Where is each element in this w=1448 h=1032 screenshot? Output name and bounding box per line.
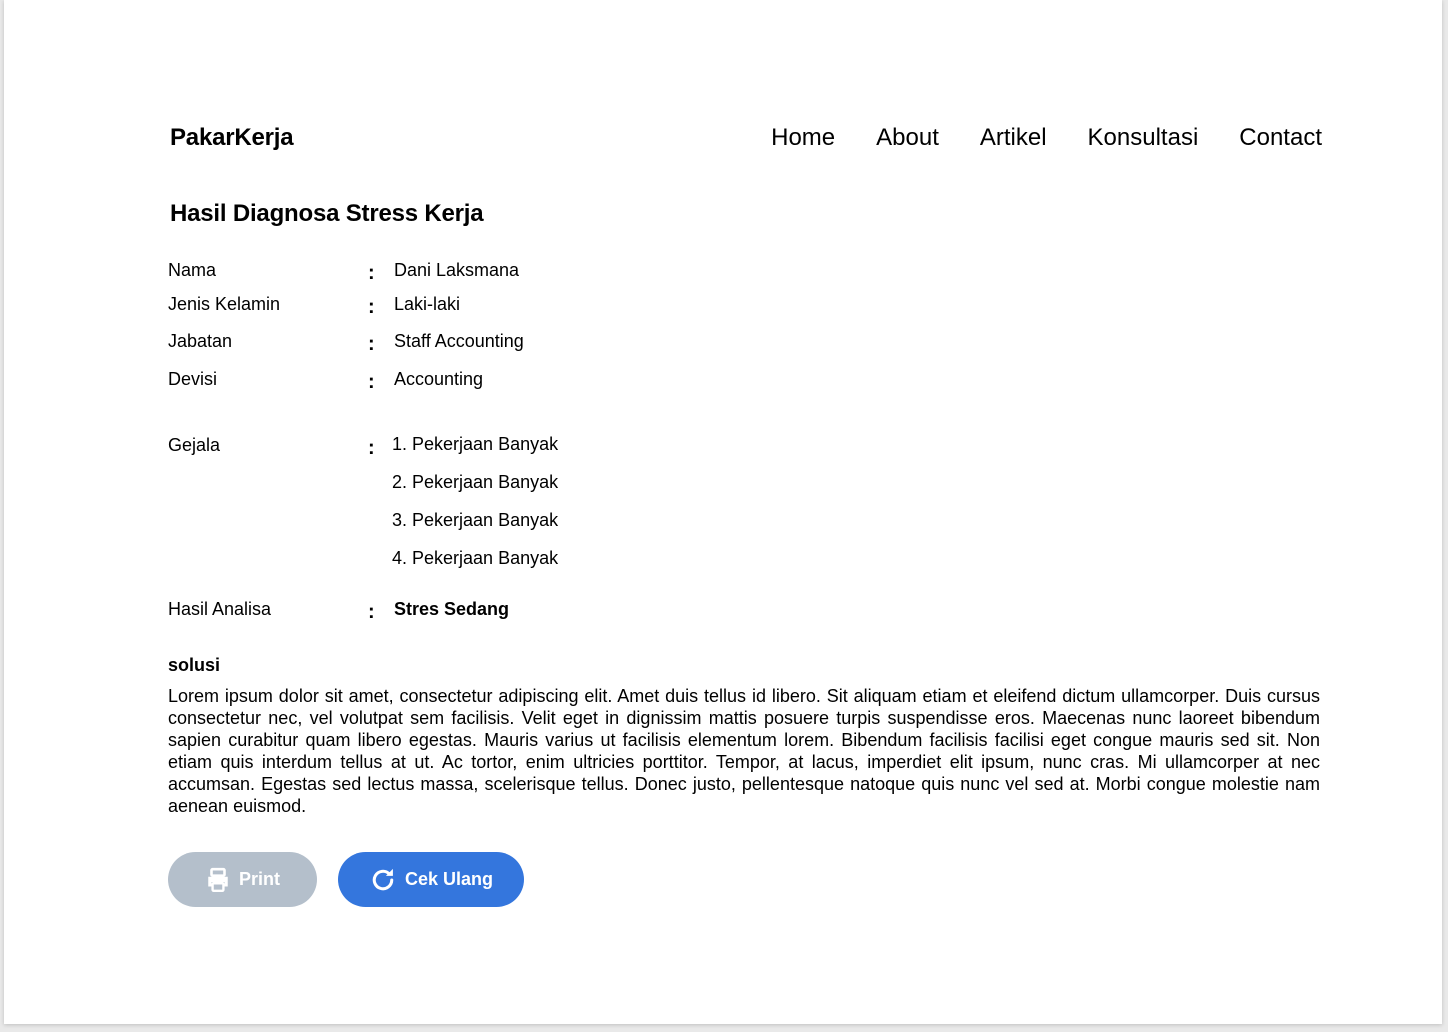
field-value: Staff Accounting: [394, 331, 524, 351]
page-frame: PakarKerja Home About Artikel Konsultasi…: [4, 0, 1442, 1024]
field-colon: :: [368, 437, 375, 459]
field-colon: :: [368, 333, 375, 355]
field-colon: :: [368, 601, 375, 623]
cek-ulang-label: Cek Ulang: [404, 869, 494, 889]
field-value: Accounting: [394, 369, 484, 389]
field-value: Laki-laki: [394, 294, 461, 314]
print-button[interactable]: Print: [168, 852, 317, 907]
nav-konsultasi[interactable]: Konsultasi: [1088, 124, 1199, 152]
field-label: Jenis Kelamin: [168, 294, 281, 314]
field-colon: :: [368, 296, 375, 318]
field-label: Hasil Analisa: [168, 599, 272, 619]
nav-artikel[interactable]: Artikel: [980, 124, 1047, 152]
solusi-title: solusi: [168, 655, 221, 675]
print-label: Print: [238, 869, 280, 889]
field-label: Devisi: [168, 369, 218, 389]
field-colon: :: [368, 371, 375, 393]
list-item: 4. Pekerjaan Banyak: [392, 548, 559, 568]
field-label: Nama: [168, 260, 217, 280]
field-label: Gejala: [168, 435, 221, 455]
list-item: 2. Pekerjaan Banyak: [392, 472, 559, 492]
solusi-text: Lorem ipsum dolor sit amet, consectetur …: [168, 686, 1320, 816]
field-value: Dani Laksmana: [394, 260, 520, 280]
page-title: Hasil Diagnosa Stress Kerja: [170, 200, 484, 227]
gejala-list: 1. Pekerjaan Banyak 2. Pekerjaan Banyak …: [392, 433, 558, 585]
cek-ulang-button[interactable]: Cek Ulang: [338, 852, 524, 907]
main-nav: Home About Artikel Konsultasi Contact: [771, 124, 1322, 152]
field-colon: :: [368, 262, 375, 284]
list-item: 3. Pekerjaan Banyak: [392, 510, 559, 530]
brand-logo[interactable]: PakarKerja: [170, 124, 294, 152]
field-label: Jabatan: [168, 331, 233, 351]
nav-about[interactable]: About: [876, 124, 939, 152]
nav-contact[interactable]: Contact: [1239, 124, 1322, 152]
nav-home[interactable]: Home: [771, 124, 835, 152]
printer-icon: [205, 867, 231, 893]
hasil-value: Stres Sedang: [394, 599, 510, 619]
list-item: 1. Pekerjaan Banyak: [392, 434, 559, 454]
refresh-icon: [369, 866, 397, 894]
